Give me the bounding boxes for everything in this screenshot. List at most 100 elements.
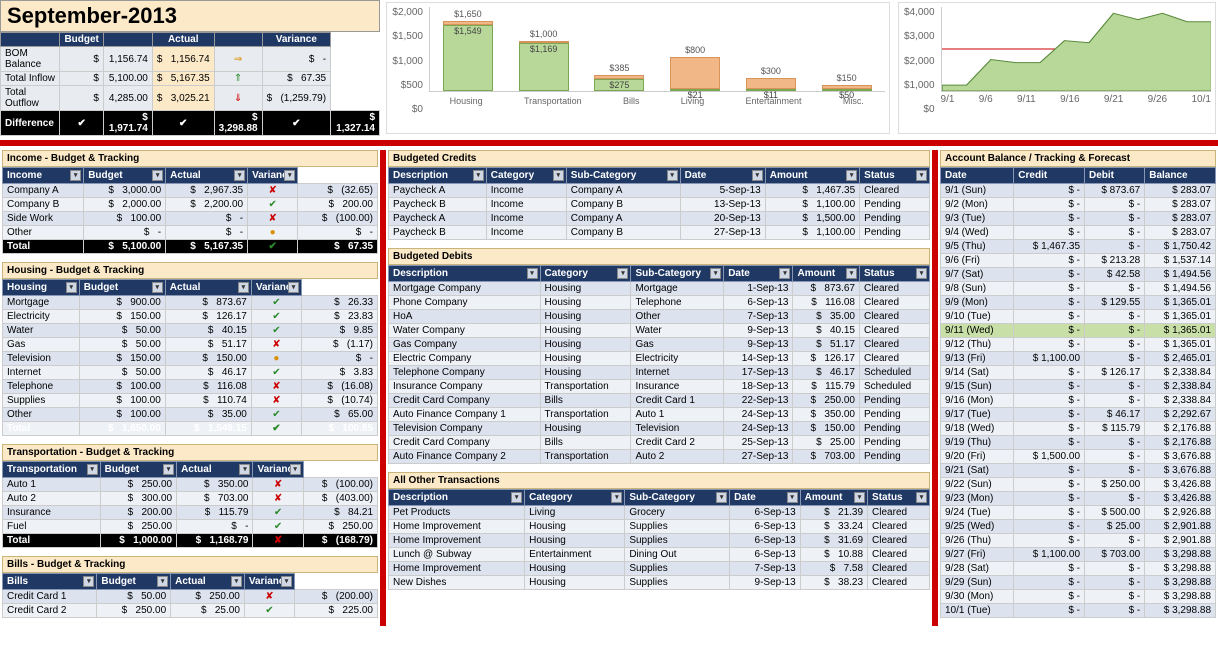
column-header[interactable]: Actual▾	[171, 574, 245, 590]
filter-dropdown-icon[interactable]: ▾	[553, 170, 564, 181]
filter-dropdown-icon[interactable]: ▾	[846, 268, 857, 279]
column-header[interactable]: Status▾	[868, 490, 930, 506]
column-header[interactable]: Actual▾	[166, 168, 248, 184]
column-header[interactable]: Variance▾	[244, 574, 294, 590]
table-row[interactable]: Lunch @ SubwayEntertainmentDining Out6-S…	[389, 548, 930, 562]
table-row[interactable]: 9/10 (Tue)$ -$ -$ 1,365.01	[941, 310, 1216, 324]
table-row[interactable]: 9/13 (Fri)$ 1,100.00$ -$ 2,465.01	[941, 352, 1216, 366]
table-row[interactable]: 9/19 (Thu)$ -$ -$ 2,176.88	[941, 436, 1216, 450]
table-row[interactable]: Electric CompanyHousingElectricity14-Sep…	[389, 352, 930, 366]
filter-dropdown-icon[interactable]: ▾	[152, 170, 163, 181]
table-row[interactable]: Paycheck AIncomeCompany A20-Sep-13$ 1,50…	[389, 212, 930, 226]
transaction-table[interactable]: Description▾Category▾Sub-Category▾Date▾A…	[388, 167, 930, 240]
column-header[interactable]: Category▾	[525, 490, 625, 506]
filter-dropdown-icon[interactable]: ▾	[854, 492, 865, 503]
table-row[interactable]: New DishesHousingSupplies9-Sep-13$ 38.23…	[389, 576, 930, 590]
table-row[interactable]: Telephone CompanyHousingInternet17-Sep-1…	[389, 366, 930, 380]
tracking-table[interactable]: Income▾Budget▾Actual▾Variance▾Company A$…	[2, 167, 378, 254]
filter-dropdown-icon[interactable]: ▾	[284, 170, 295, 181]
filter-dropdown-icon[interactable]: ▾	[163, 464, 174, 475]
table-row[interactable]: 9/8 (Sun)$ -$ -$ 1,494.56	[941, 282, 1216, 296]
column-header[interactable]: Budget▾	[97, 574, 171, 590]
table-row[interactable]: Television$ 150.00$ 150.00●$ -	[3, 352, 378, 366]
table-row[interactable]: Supplies$ 100.00$ 110.74✘$ (10.74)	[3, 394, 378, 408]
column-header[interactable]: Description▾	[389, 490, 525, 506]
filter-dropdown-icon[interactable]: ▾	[916, 170, 927, 181]
filter-dropdown-icon[interactable]: ▾	[66, 282, 77, 293]
column-header[interactable]: Status▾	[860, 168, 930, 184]
tracking-table[interactable]: Housing▾Budget▾Actual▾Variance▾Mortgage$…	[2, 279, 378, 436]
column-header[interactable]: Amount▾	[765, 168, 859, 184]
table-row[interactable]: Home ImprovementHousingSupplies6-Sep-13$…	[389, 534, 930, 548]
column-header[interactable]: Transportation▾	[3, 462, 101, 478]
table-row[interactable]: HoAHousingOther7-Sep-13$ 35.00Cleared	[389, 310, 930, 324]
filter-dropdown-icon[interactable]: ▾	[157, 576, 168, 587]
column-header[interactable]: Description▾	[389, 266, 541, 282]
table-row[interactable]: Side Work$ 100.00$ -✘$ (100.00)	[3, 212, 378, 226]
table-row[interactable]: Telephone$ 100.00$ 116.08✘$ (16.08)	[3, 380, 378, 394]
table-row[interactable]: 9/5 (Thu)$ 1,467.35$ -$ 1,750.42	[941, 240, 1216, 254]
table-row[interactable]: Phone CompanyHousingTelephone6-Sep-13$ 1…	[389, 296, 930, 310]
filter-dropdown-icon[interactable]: ▾	[710, 268, 721, 279]
column-header[interactable]: Actual▾	[177, 462, 253, 478]
table-row[interactable]: Paycheck AIncomeCompany A5-Sep-13$ 1,467…	[389, 184, 930, 198]
column-header[interactable]: Debit	[1085, 168, 1145, 184]
table-row[interactable]: 9/6 (Fri)$ -$ 213.28$ 1,537.14	[941, 254, 1216, 268]
table-row[interactable]: 9/11 (Wed)$ -$ -$ 1,365.01	[941, 324, 1216, 338]
table-row[interactable]: Insurance$ 200.00$ 115.79✔$ 84.21	[3, 506, 378, 520]
table-row[interactable]: Auto 1$ 250.00$ 350.00✘$ (100.00)	[3, 478, 378, 492]
table-row[interactable]: 9/28 (Sat)$ -$ -$ 3,298.88	[941, 562, 1216, 576]
table-row[interactable]: Water$ 50.00$ 40.15✔$ 9.85	[3, 324, 378, 338]
filter-dropdown-icon[interactable]: ▾	[667, 170, 678, 181]
table-row[interactable]: Television CompanyHousingTelevision24-Se…	[389, 422, 930, 436]
column-header[interactable]: Bills▾	[3, 574, 97, 590]
column-header[interactable]: Variance▾	[253, 462, 303, 478]
filter-dropdown-icon[interactable]: ▾	[916, 492, 927, 503]
table-row[interactable]: Other$ 100.00$ 35.00✔$ 65.00	[3, 408, 378, 422]
tracking-table[interactable]: Bills▾Budget▾Actual▾Variance▾Credit Card…	[2, 573, 378, 618]
filter-dropdown-icon[interactable]: ▾	[787, 492, 798, 503]
transaction-table[interactable]: Description▾Category▾Sub-Category▾Date▾A…	[388, 265, 930, 464]
column-header[interactable]: Income▾	[3, 168, 84, 184]
filter-dropdown-icon[interactable]: ▾	[916, 268, 927, 279]
column-header[interactable]: Budget▾	[84, 168, 166, 184]
column-header[interactable]: Budget▾	[79, 280, 165, 296]
filter-dropdown-icon[interactable]: ▾	[238, 282, 249, 293]
column-header[interactable]: Variance▾	[251, 280, 301, 296]
column-header[interactable]: Description▾	[389, 168, 487, 184]
table-row[interactable]: 9/26 (Thu)$ -$ -$ 2,901.88	[941, 534, 1216, 548]
table-row[interactable]: Paycheck BIncomeCompany B13-Sep-13$ 1,10…	[389, 198, 930, 212]
table-row[interactable]: Paycheck BIncomeCompany B27-Sep-13$ 1,10…	[389, 226, 930, 240]
column-header[interactable]: Sub-Category▾	[631, 266, 724, 282]
table-row[interactable]: Auto 2$ 300.00$ 703.00✘$ (403.00)	[3, 492, 378, 506]
filter-dropdown-icon[interactable]: ▾	[239, 464, 250, 475]
filter-dropdown-icon[interactable]: ▾	[70, 170, 81, 181]
filter-dropdown-icon[interactable]: ▾	[290, 464, 301, 475]
table-row[interactable]: Gas$ 50.00$ 51.17✘$ (1.17)	[3, 338, 378, 352]
filter-dropdown-icon[interactable]: ▾	[716, 492, 727, 503]
column-header[interactable]: Status▾	[859, 266, 929, 282]
column-header[interactable]: Date▾	[730, 490, 801, 506]
column-header[interactable]: Category▾	[486, 168, 566, 184]
filter-dropdown-icon[interactable]: ▾	[288, 282, 299, 293]
table-row[interactable]: 9/21 (Sat)$ -$ -$ 3,676.88	[941, 464, 1216, 478]
table-row[interactable]: Mortgage$ 900.00$ 873.67✔$ 26.33	[3, 296, 378, 310]
transaction-table[interactable]: Description▾Category▾Sub-Category▾Date▾A…	[388, 489, 930, 590]
table-row[interactable]: 9/9 (Mon)$ -$ 129.55$ 1,365.01	[941, 296, 1216, 310]
column-header[interactable]: Actual▾	[165, 280, 251, 296]
table-row[interactable]: Fuel$ 250.00$ -✔$ 250.00	[3, 520, 378, 534]
table-row[interactable]: 9/3 (Tue)$ -$ -$ 283.07	[941, 212, 1216, 226]
column-header[interactable]: Sub-Category▾	[566, 168, 680, 184]
table-row[interactable]: Home ImprovementHousingSupplies7-Sep-13$…	[389, 562, 930, 576]
table-row[interactable]: Company B$ 2,000.00$ 2,200.00✔$ 200.00	[3, 198, 378, 212]
filter-dropdown-icon[interactable]: ▾	[83, 576, 94, 587]
table-row[interactable]: Gas CompanyHousingGas9-Sep-13$ 51.17Clea…	[389, 338, 930, 352]
filter-dropdown-icon[interactable]: ▾	[611, 492, 622, 503]
column-header[interactable]: Balance	[1145, 168, 1216, 184]
table-row[interactable]: 9/14 (Sat)$ -$ 126.17$ 2,338.84	[941, 366, 1216, 380]
column-header[interactable]: Sub-Category▾	[625, 490, 730, 506]
column-header[interactable]: Credit	[1014, 168, 1085, 184]
filter-dropdown-icon[interactable]: ▾	[617, 268, 628, 279]
table-row[interactable]: 9/1 (Sun)$ -$ 873.67$ 283.07	[941, 184, 1216, 198]
table-row[interactable]: 9/18 (Wed)$ -$ 115.79$ 2,176.88	[941, 422, 1216, 436]
